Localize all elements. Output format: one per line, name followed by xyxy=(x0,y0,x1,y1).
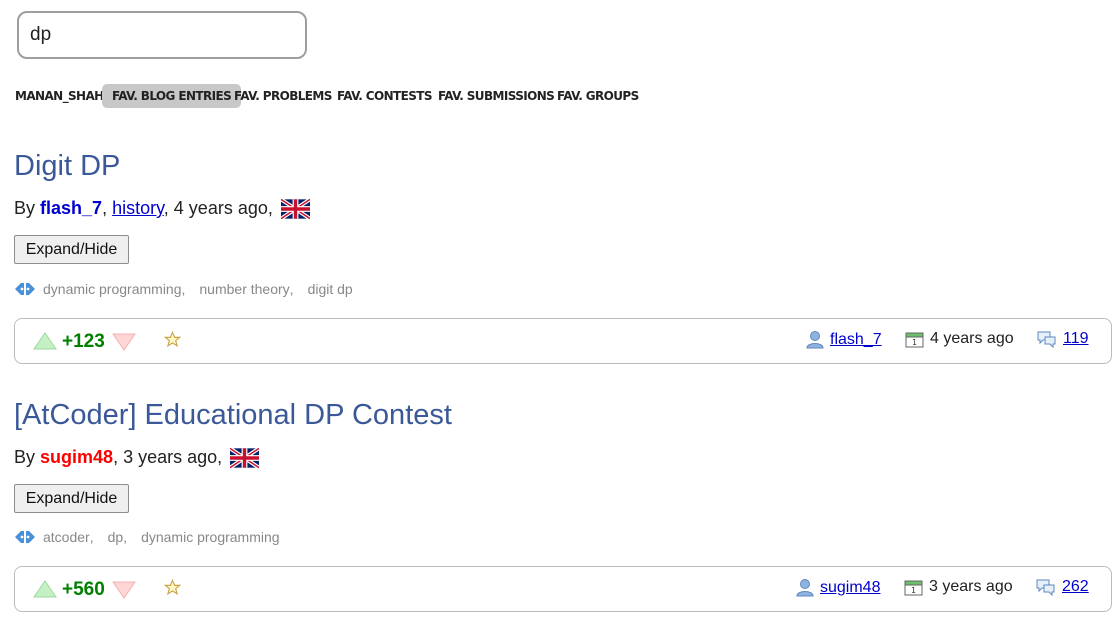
tab-fav-blog-entries[interactable]: FAV. BLOG ENTRIES xyxy=(102,84,242,108)
tab-fav-contests[interactable]: FAV. CONTESTS xyxy=(337,84,432,108)
tab-profile[interactable]: MANAN_SHAH xyxy=(15,84,104,108)
entry-comments-meta: 262 xyxy=(1035,578,1089,596)
tag-link[interactable]: atcoder xyxy=(43,529,90,545)
entry-info-bar: +560 sugim48 1 3 years ago 262 xyxy=(14,566,1112,612)
calendar-icon: 1 xyxy=(904,580,923,595)
vote-down-icon[interactable] xyxy=(112,581,136,599)
tag-link[interactable]: number theory xyxy=(199,281,289,297)
uk-flag-icon xyxy=(280,198,310,220)
entry-comments-meta: 119 xyxy=(1036,330,1089,348)
by-label: By xyxy=(14,447,36,467)
entry-time: 4 years ago xyxy=(173,198,268,218)
entry-info-bar: +123 flash_7 1 4 years ago 119 xyxy=(14,318,1112,364)
entry-title[interactable]: Digit DP xyxy=(14,150,120,183)
star-icon[interactable] xyxy=(164,579,181,596)
author-handle[interactable]: flash_7 xyxy=(40,198,102,218)
tab-fav-problems[interactable]: FAV. PROBLEMS xyxy=(234,84,332,108)
entry-date: 3 years ago xyxy=(929,578,1013,595)
svg-text:1: 1 xyxy=(911,586,916,595)
star-icon[interactable] xyxy=(164,331,181,348)
entry-date: 4 years ago xyxy=(930,330,1014,347)
tag-link[interactable]: digit dp xyxy=(308,281,353,297)
vote-down-icon[interactable] xyxy=(112,333,136,351)
search-input[interactable] xyxy=(17,11,307,59)
author-handle[interactable]: sugim48 xyxy=(40,447,113,467)
vote-up-icon[interactable] xyxy=(33,580,57,598)
user-link[interactable]: flash_7 xyxy=(830,331,882,349)
tags-icon xyxy=(15,283,35,295)
entry-time: 3 years ago xyxy=(123,447,218,467)
comments-icon xyxy=(1037,331,1056,348)
entry-title[interactable]: [AtCoder] Educational DP Contest xyxy=(14,399,452,432)
tags-icon xyxy=(15,531,35,543)
comments-count-link[interactable]: 119 xyxy=(1063,330,1089,348)
entry-byline: By flash_7, history, 4 years ago, xyxy=(14,198,310,220)
user-icon xyxy=(796,579,814,597)
entry-tags: atcoder, dp, dynamic programming xyxy=(14,527,280,547)
uk-flag-icon xyxy=(230,447,260,469)
expand-hide-button[interactable]: Expand/Hide xyxy=(14,484,129,513)
expand-hide-button[interactable]: Expand/Hide xyxy=(14,235,129,264)
tag-link[interactable]: dynamic programming xyxy=(43,281,182,297)
history-link[interactable]: history xyxy=(112,198,164,218)
tag-link[interactable]: dynamic programming xyxy=(141,529,280,545)
entry-author-meta: flash_7 xyxy=(806,330,882,349)
comments-count-link[interactable]: 262 xyxy=(1062,578,1089,596)
entry-tags: dynamic programming, number theory, digi… xyxy=(14,279,353,299)
user-link[interactable]: sugim48 xyxy=(820,579,880,597)
tab-fav-groups[interactable]: FAV. GROUPS xyxy=(557,84,639,108)
comments-icon xyxy=(1036,579,1055,596)
entry-date-meta: 1 4 years ago xyxy=(905,330,1014,348)
entry-author-meta: sugim48 xyxy=(796,578,880,597)
tag-link[interactable]: dp xyxy=(108,529,124,545)
user-icon xyxy=(806,331,824,349)
calendar-icon: 1 xyxy=(905,332,924,347)
entry-date-meta: 1 3 years ago xyxy=(904,578,1013,596)
rating-value: +123 xyxy=(62,331,105,352)
rating-value: +560 xyxy=(62,579,105,600)
entry-byline: By sugim48, 3 years ago, xyxy=(14,447,260,469)
tab-fav-submissions[interactable]: FAV. SUBMISSIONS xyxy=(438,84,555,108)
svg-text:1: 1 xyxy=(912,338,917,347)
by-label: By xyxy=(14,198,36,218)
vote-up-icon[interactable] xyxy=(33,332,57,350)
